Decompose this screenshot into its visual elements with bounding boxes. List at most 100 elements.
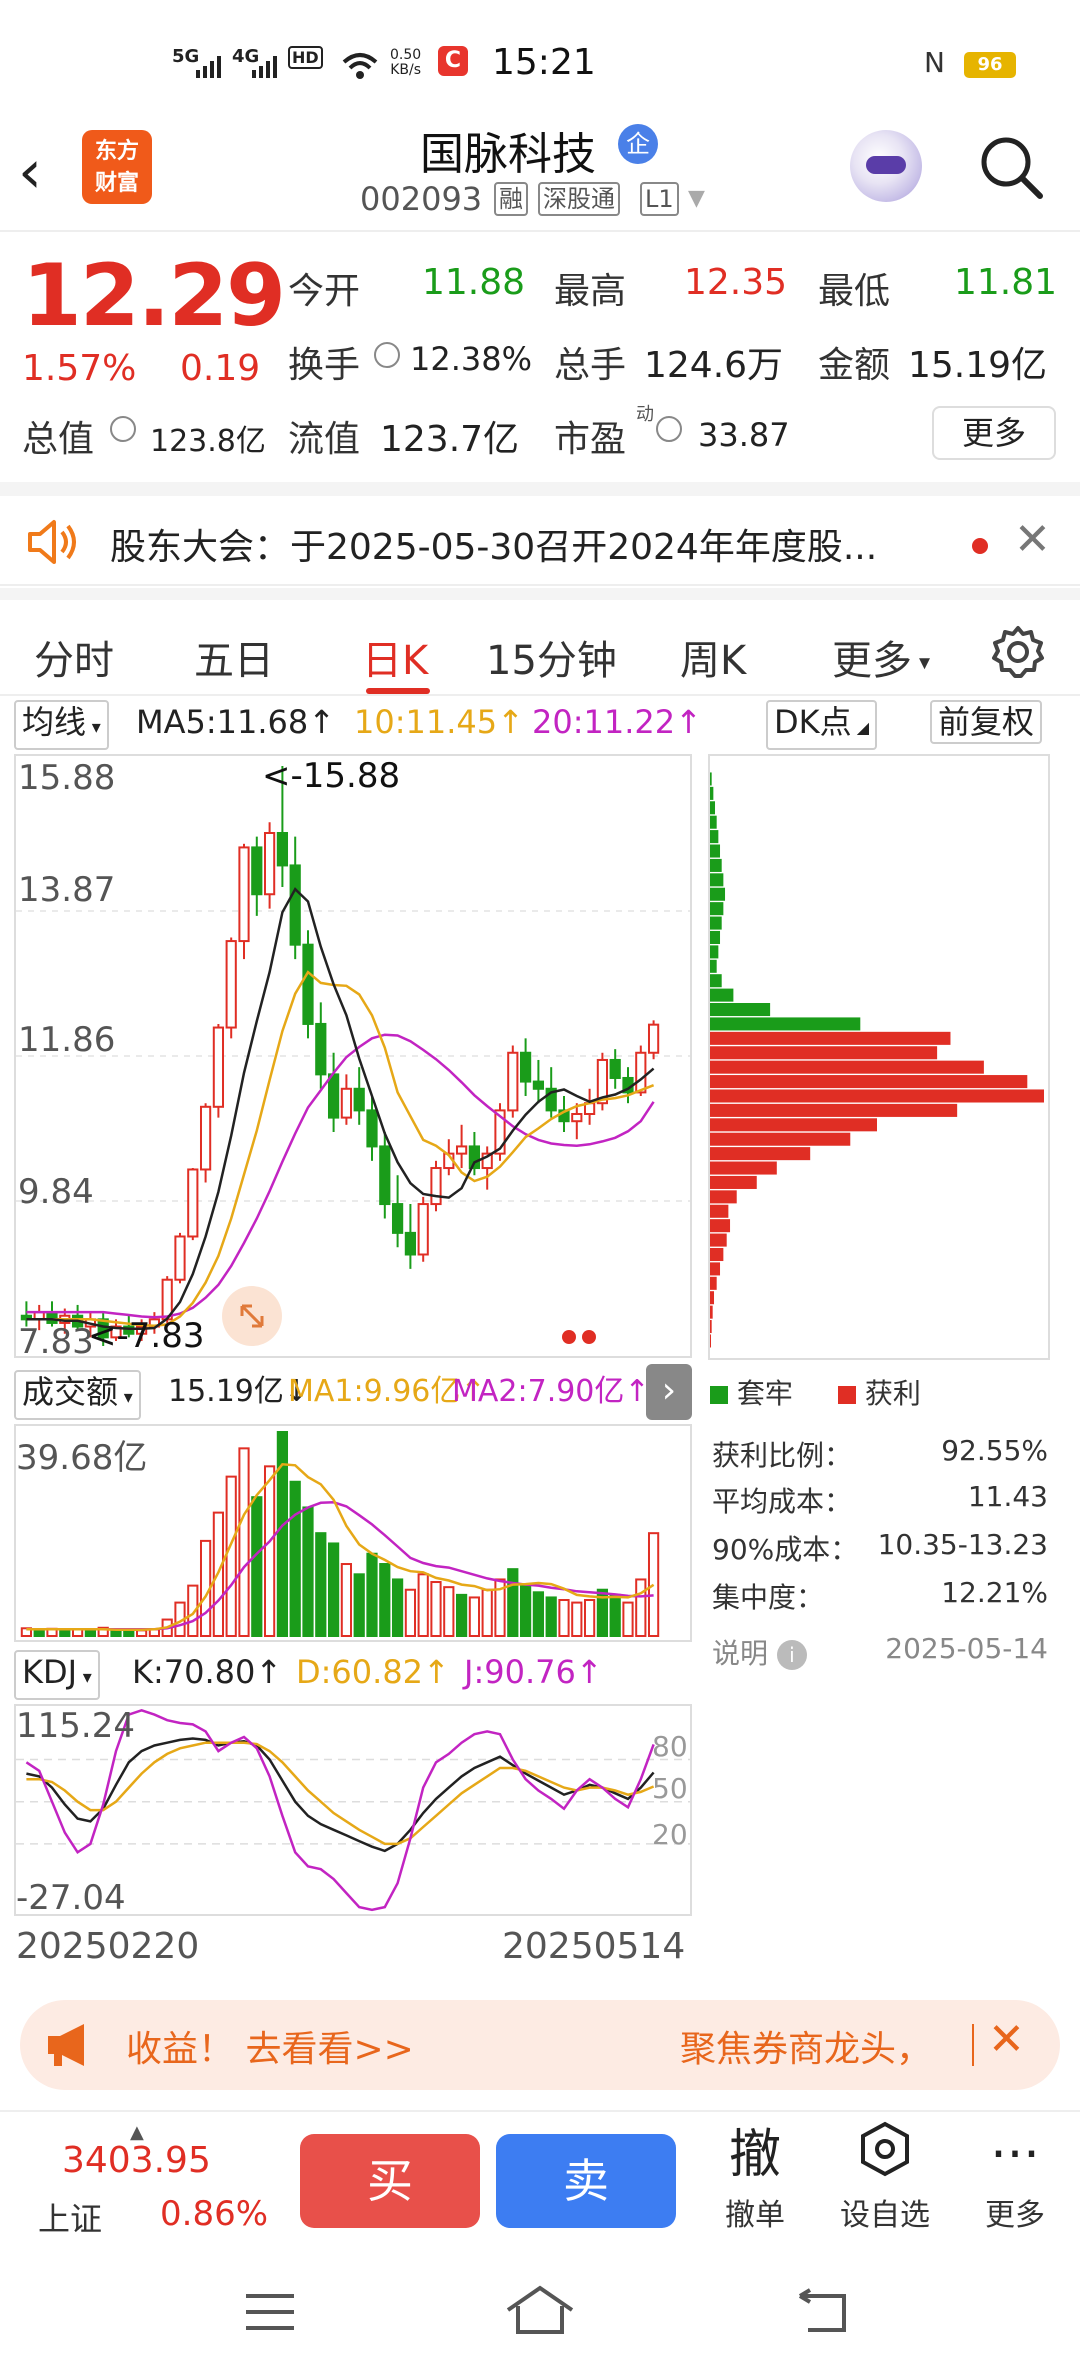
volume-bar (251, 1496, 263, 1637)
tab-weekly-k[interactable]: 周K (680, 628, 746, 686)
chevron-down-icon[interactable]: ▼ (688, 186, 705, 211)
clock: 15:21 (492, 42, 596, 83)
index-value[interactable]: 3403.95 (62, 2140, 211, 2181)
candle-body (571, 1113, 583, 1123)
adjust-button[interactable]: 前复权 (930, 700, 1043, 744)
more-actions-label: 更多 (985, 2198, 1045, 2233)
chip-bar (710, 786, 714, 800)
chip-bar (710, 930, 721, 945)
chip-bar (710, 1103, 958, 1117)
volume-chart[interactable]: 39.68亿 (14, 1424, 692, 1642)
announcement-bar[interactable]: 股东大会：于2025-05-30召开2024年年度股... ✕ (0, 482, 1080, 586)
quote-more-button[interactable]: 更多 (932, 406, 1056, 460)
candle-body (174, 1235, 186, 1281)
ma20-value: 20:11.22↑ (532, 703, 702, 741)
close-icon[interactable]: ✕ (1014, 514, 1051, 565)
chip-bar (710, 959, 717, 973)
index-change: 0.86% (160, 2194, 269, 2234)
amount-label: 金额 (818, 345, 891, 386)
add-watchlist-button[interactable]: 设自选 (830, 2120, 940, 2234)
status-bar: 5G 4G HD 0.50 KB/s C 15:21 N 96 (0, 0, 1080, 120)
settings-gear-icon[interactable] (990, 624, 1046, 680)
candle-body (507, 1051, 519, 1112)
dk-point-button[interactable]: DK点 ◢ (766, 700, 878, 750)
banner-text-right[interactable]: 聚焦券商龙头， (680, 2020, 932, 2072)
candle-body (532, 1080, 545, 1090)
mktcap-info-icon[interactable] (110, 416, 136, 446)
megaphone-icon (48, 2024, 84, 2066)
assistant-robot-icon[interactable] (850, 130, 922, 202)
more-dots-icon: ··· (990, 2125, 1040, 2185)
candle-body (315, 1022, 327, 1076)
volume-bar (238, 1447, 250, 1638)
chip-bar (710, 916, 722, 930)
chip-note[interactable]: 说明 i (712, 1632, 807, 1672)
float-value: 123.7亿 (380, 419, 520, 460)
chip-bar (710, 1147, 811, 1161)
banner-close-icon[interactable]: ✕ (988, 2014, 1025, 2065)
volume-bar (340, 1563, 353, 1638)
kline-chart[interactable]: 15.88 13.87 11.86 9.84 7.83 <-15.88 <-7.… (14, 754, 692, 1362)
menu-icon[interactable] (244, 2292, 296, 2332)
chip-bar (710, 801, 716, 815)
tab-more[interactable]: 更多 ▾ (832, 628, 930, 686)
tab-five-day[interactable]: 五日 (194, 628, 274, 686)
avg-cost-label: 平均成本： (712, 1485, 853, 1518)
kdj-chart[interactable]: 115.24 -27.04 80 50 20 (14, 1704, 692, 1918)
expand-icon[interactable] (222, 1286, 282, 1346)
candle-body (212, 1026, 225, 1108)
candle-body (609, 1058, 621, 1079)
date-axis: 20250220 20250514 (0, 1926, 700, 1976)
back-nav-icon[interactable] (796, 2288, 852, 2334)
stock-name[interactable]: 国脉科技 (420, 118, 596, 182)
candle-body (238, 846, 250, 943)
tab-daily-k[interactable]: 日K (362, 628, 428, 686)
watchlist-icon (830, 2120, 940, 2190)
chip-bar (710, 844, 721, 858)
volume-bar (468, 1596, 481, 1637)
search-icon[interactable] (976, 132, 1046, 202)
info-icon: i (776, 1640, 807, 1670)
signal-dot-1 (562, 1330, 576, 1344)
low-value: 11.81 (954, 262, 1058, 303)
stock-code: 002093 (360, 180, 483, 218)
volume-bar (481, 1588, 493, 1638)
volume-bar (263, 1465, 276, 1637)
sell-button[interactable]: 卖 (496, 2134, 676, 2228)
tab-intraday[interactable]: 分时 (34, 628, 114, 686)
tab-15min[interactable]: 15分钟 (486, 628, 617, 686)
pe-info-icon[interactable] (656, 416, 682, 446)
announcement-text[interactable]: 股东大会：于2025-05-30召开2024年年度股... (110, 518, 877, 570)
buy-button[interactable]: 买 (300, 2134, 480, 2228)
chevron-right-icon[interactable]: › (646, 1364, 692, 1420)
kdj-j-value: J:90.76↑ (464, 1653, 603, 1691)
volume-bar (635, 1578, 647, 1638)
back-arrow-icon[interactable]: ‹ (18, 132, 78, 212)
candle-body (519, 1051, 532, 1083)
date-end: 20250514 (502, 1926, 686, 1967)
chip-bar (710, 1262, 721, 1276)
chip-bar (710, 1003, 771, 1017)
candle-body (289, 864, 301, 946)
kdj-selector[interactable]: KDJ ▾ (14, 1650, 100, 1700)
chip-bar (710, 974, 722, 988)
turnover-info-icon[interactable] (374, 342, 400, 368)
concentration-label: 集中度： (712, 1581, 825, 1614)
promo-banner[interactable]: 收益！ 去看看>> 聚焦券商龙头， ✕ (20, 2000, 1060, 2090)
candle-body (251, 846, 263, 896)
cancel-order-button[interactable]: 撤 撤单 (700, 2120, 810, 2234)
candle-body (276, 832, 289, 867)
more-actions-button[interactable]: ··· 更多 (960, 2120, 1070, 2234)
wifi-icon (342, 53, 378, 79)
home-icon[interactable] (504, 2284, 576, 2336)
volume-selector[interactable]: 成交额 ▾ (14, 1370, 141, 1420)
candle-body (379, 1145, 391, 1206)
indicator-selector[interactable]: 均线 ▾ (14, 700, 109, 750)
y-tick-3: 11.86 (18, 1020, 116, 1060)
candle-body (635, 1051, 647, 1094)
chip-bar (710, 1161, 777, 1175)
period-tabs: 分时 五日 日K 15分钟 周K 更多 ▾ (0, 588, 1080, 696)
banner-text-left[interactable]: 收益！ 去看看>> (126, 2020, 414, 2072)
chip-distribution[interactable] (708, 754, 1050, 1360)
kdj-y-bottom: -27.04 (16, 1878, 126, 1918)
